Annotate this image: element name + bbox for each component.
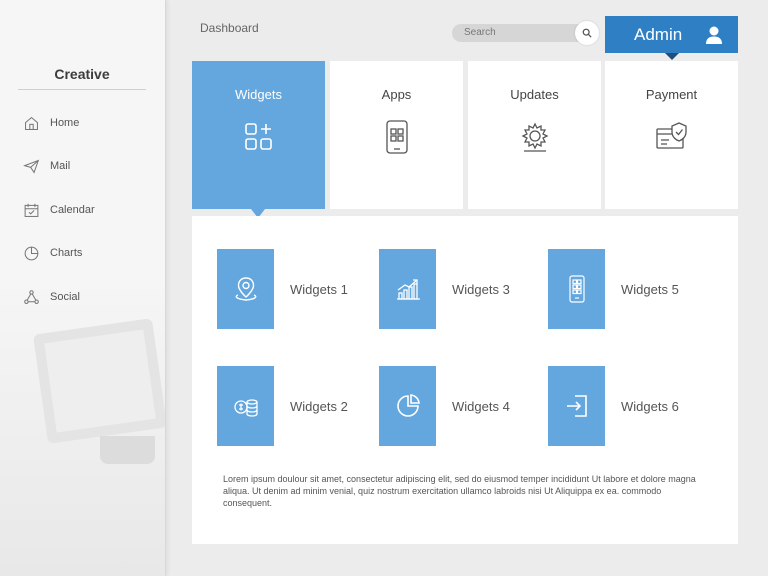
card-apps[interactable]: Apps xyxy=(330,61,463,209)
card-title: Widgets xyxy=(235,87,282,102)
admin-label: Admin xyxy=(634,24,683,44)
home-icon xyxy=(22,114,40,132)
pie-chart-icon xyxy=(396,394,420,417)
sign-in-icon xyxy=(566,395,587,417)
search-placeholder: Search xyxy=(464,27,496,38)
card-title: Apps xyxy=(381,87,412,102)
widget-tile xyxy=(379,366,436,446)
description-text: Lorem ipsum doulour sit amet, consectetu… xyxy=(223,474,696,508)
card-shield-icon xyxy=(655,122,687,149)
widget-3[interactable]: Widgets 3 xyxy=(379,249,510,329)
admin-menu[interactable]: Admin xyxy=(605,16,738,60)
search-button[interactable] xyxy=(575,21,599,45)
widget-5[interactable]: Widgets 5 xyxy=(548,249,679,329)
dropdown-pointer xyxy=(665,53,679,60)
send-icon xyxy=(22,157,40,175)
widget-tile xyxy=(548,249,605,329)
search-input[interactable]: Search xyxy=(452,21,599,45)
widget-tile xyxy=(217,366,274,446)
phone-apps-icon xyxy=(385,120,408,154)
widget-2[interactable]: Widgets 2 xyxy=(217,366,348,446)
sidebar-item-charts[interactable]: Charts xyxy=(22,242,82,264)
sidebar-item-label: Mail xyxy=(50,160,71,172)
sidebar-item-label: Social xyxy=(50,291,80,303)
gear-icon xyxy=(521,122,548,152)
widget-tile xyxy=(548,366,605,446)
page-title: Dashboard xyxy=(200,21,259,35)
map-pin-icon xyxy=(235,277,256,301)
widget-label: Widgets 6 xyxy=(621,398,679,414)
sidebar-item-label: Calendar xyxy=(50,204,95,216)
sidebar-item-calendar[interactable]: Calendar xyxy=(22,199,95,221)
widget-label: Widgets 1 xyxy=(290,281,348,297)
card-widgets[interactable]: Widgets xyxy=(192,61,325,218)
search-icon xyxy=(582,28,592,38)
sidebar-item-home[interactable]: Home xyxy=(22,112,79,134)
card-updates[interactable]: Updates xyxy=(468,61,601,209)
background-photo xyxy=(0,276,165,576)
widgets-panel: Widgets 1 Widgets 2 Widgets 3 Widgets 4 … xyxy=(192,216,738,544)
sidebar-item-social[interactable]: Social xyxy=(22,286,80,308)
card-title: Payment xyxy=(645,87,698,102)
mobile-grid-icon xyxy=(568,275,585,303)
calendar-icon xyxy=(22,201,40,219)
widget-tile xyxy=(379,249,436,329)
sidebar-item-label: Home xyxy=(50,117,80,129)
widget-label: Widgets 2 xyxy=(290,398,348,414)
widget-label: Widgets 3 xyxy=(452,281,510,297)
widget-4[interactable]: Widgets 4 xyxy=(379,366,510,446)
widget-label: Widgets 5 xyxy=(621,281,679,297)
widgets-icon xyxy=(244,123,272,150)
user-icon xyxy=(706,26,722,44)
widget-tile xyxy=(217,249,274,329)
sidebar: Creative Home Mail Calendar Charts Socia… xyxy=(0,0,166,576)
card-title: Updates xyxy=(510,87,559,102)
card-payment[interactable]: Payment xyxy=(605,61,738,209)
coins-icon xyxy=(233,399,258,417)
pie-chart-icon xyxy=(22,244,40,262)
brand-title: Creative xyxy=(18,66,146,90)
widget-6[interactable]: Widgets 6 xyxy=(548,366,679,446)
network-icon xyxy=(22,288,40,306)
growth-chart-icon xyxy=(396,279,420,300)
sidebar-item-mail[interactable]: Mail xyxy=(22,155,70,177)
sidebar-item-label: Charts xyxy=(50,247,83,259)
widget-label: Widgets 4 xyxy=(452,398,510,414)
widget-1[interactable]: Widgets 1 xyxy=(217,249,348,329)
